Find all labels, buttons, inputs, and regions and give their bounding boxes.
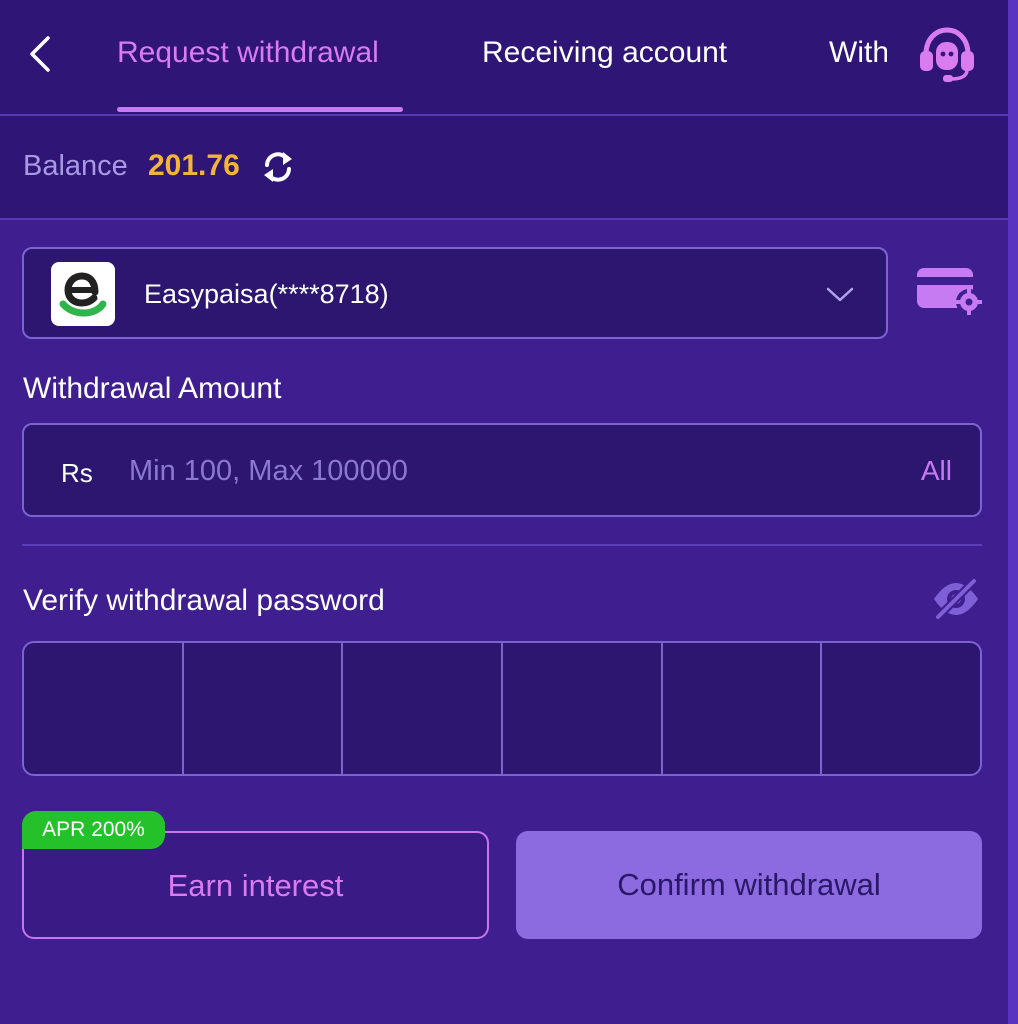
pin-digit-1[interactable] [24,643,184,774]
chevron-down-icon [826,287,854,302]
pin-digit-6[interactable] [822,643,980,774]
pin-digit-2[interactable] [184,643,344,774]
active-tab-indicator [117,107,403,112]
section-divider [22,544,982,546]
account-selector[interactable]: Easypaisa(****8718) [22,247,888,339]
password-pin-input [22,641,982,776]
chevron-left-icon [30,36,50,72]
customer-support-button[interactable] [914,24,980,84]
eye-off-icon [934,577,978,621]
top-nav-bar: Request withdrawal Receiving account Wit… [0,0,1008,116]
balance-value: 201.76 [148,149,240,182]
balance-label: Balance [23,150,128,182]
manage-accounts-button[interactable] [913,262,985,318]
refresh-icon [264,152,292,182]
right-edge-strip [1008,0,1018,1024]
confirm-withdrawal-button[interactable]: Confirm withdrawal [516,831,982,939]
all-amount-button[interactable]: All [921,455,952,487]
confirm-withdrawal-label: Confirm withdrawal [617,867,881,902]
tab-withdrawal-history[interactable]: With [829,34,887,72]
currency-label: Rs [61,458,93,488]
card-settings-icon [917,268,982,315]
pin-digit-3[interactable] [343,643,504,774]
easypaisa-logo-mark [59,272,107,317]
refresh-balance-button[interactable] [259,148,297,186]
pin-digit-4[interactable] [503,643,663,774]
toggle-password-visibility-button[interactable] [930,577,982,621]
verify-password-title: Verify withdrawal password [23,584,385,617]
earn-interest-label: Earn interest [167,868,344,903]
tab-request-withdrawal[interactable]: Request withdrawal [117,34,379,72]
headset-icon [920,27,974,82]
amount-field: Rs All [22,423,982,517]
pin-digit-5[interactable] [663,643,823,774]
withdrawal-amount-title: Withdrawal Amount [23,372,282,405]
balance-bar: Balance 201.76 [0,116,1008,220]
back-button[interactable] [20,30,60,78]
apr-badge: APR 200% [22,811,165,849]
amount-input[interactable] [127,445,891,497]
account-name: Easypaisa(****8718) [144,279,389,309]
easypaisa-logo [51,262,115,326]
tab-receiving-account[interactable]: Receiving account [482,34,727,72]
